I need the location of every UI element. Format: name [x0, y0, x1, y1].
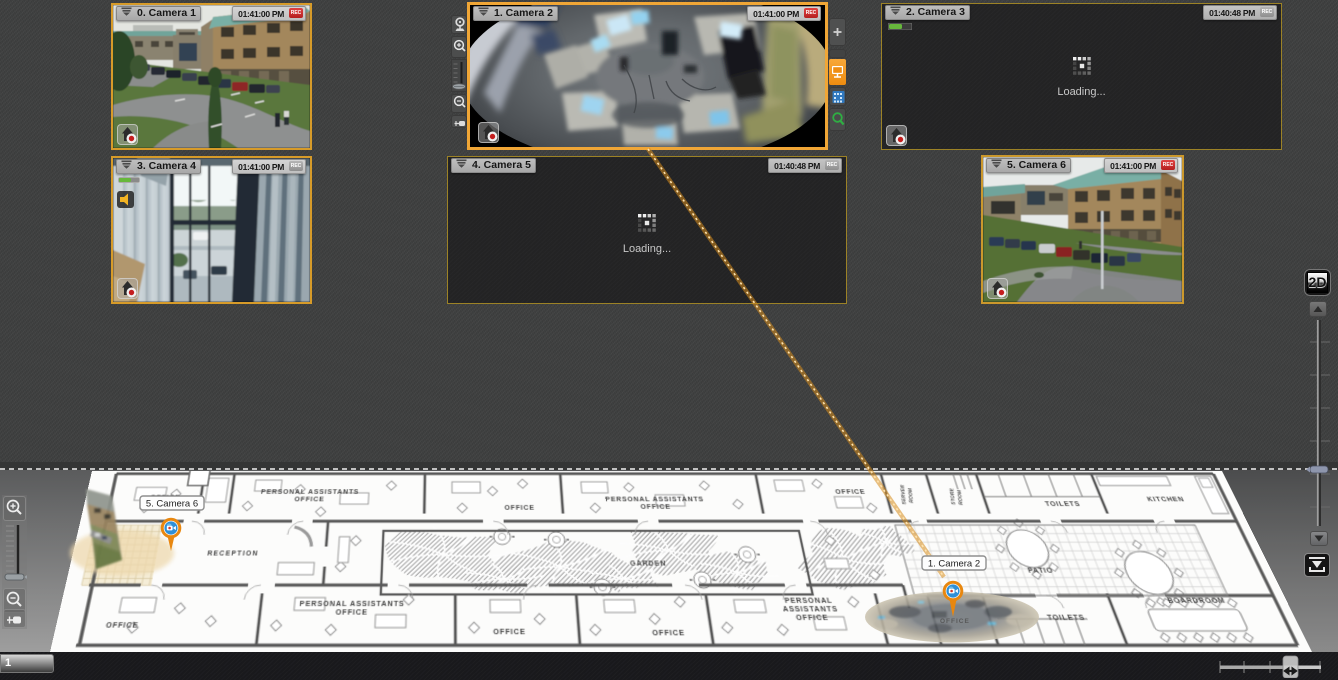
svg-text:PATIO: PATIO: [1027, 568, 1055, 575]
svg-text:OFFICE: OFFICE: [835, 490, 867, 496]
svg-text:OFFICE: OFFICE: [105, 623, 139, 631]
svg-text:OFFICE: OFFICE: [795, 615, 829, 623]
svg-text:BOARDROOM: BOARDROOM: [1167, 598, 1228, 605]
svg-text:TOILETS: TOILETS: [1044, 502, 1081, 509]
svg-text:OFFICE: OFFICE: [335, 610, 368, 618]
svg-text:PERSONAL ASSISTANTS: PERSONAL ASSISTANTS: [605, 497, 705, 504]
svg-text:OFFICE: OFFICE: [640, 504, 671, 511]
svg-text:OFFICE: OFFICE: [652, 630, 686, 638]
svg-text:OFFICE: OFFICE: [294, 497, 325, 504]
svg-text:OFFICE: OFFICE: [493, 629, 526, 637]
svg-text:OFFICE: OFFICE: [149, 495, 180, 502]
svg-text:ASSISTANTS: ASSISTANTS: [782, 606, 839, 614]
svg-text:GARDEN: GARDEN: [630, 561, 667, 568]
svg-text:PERSONAL: PERSONAL: [784, 598, 833, 605]
svg-text:KITCHEN: KITCHEN: [1147, 497, 1186, 504]
svg-text:RECEPTION: RECEPTION: [207, 551, 259, 558]
svg-text:PERSONAL ASSISTANTS: PERSONAL ASSISTANTS: [261, 490, 360, 496]
svg-text:PERSONAL ASSISTANTS: PERSONAL ASSISTANTS: [299, 601, 405, 608]
svg-text:TOILETS: TOILETS: [1047, 615, 1087, 623]
svg-text:OFFICE: OFFICE: [504, 505, 535, 512]
